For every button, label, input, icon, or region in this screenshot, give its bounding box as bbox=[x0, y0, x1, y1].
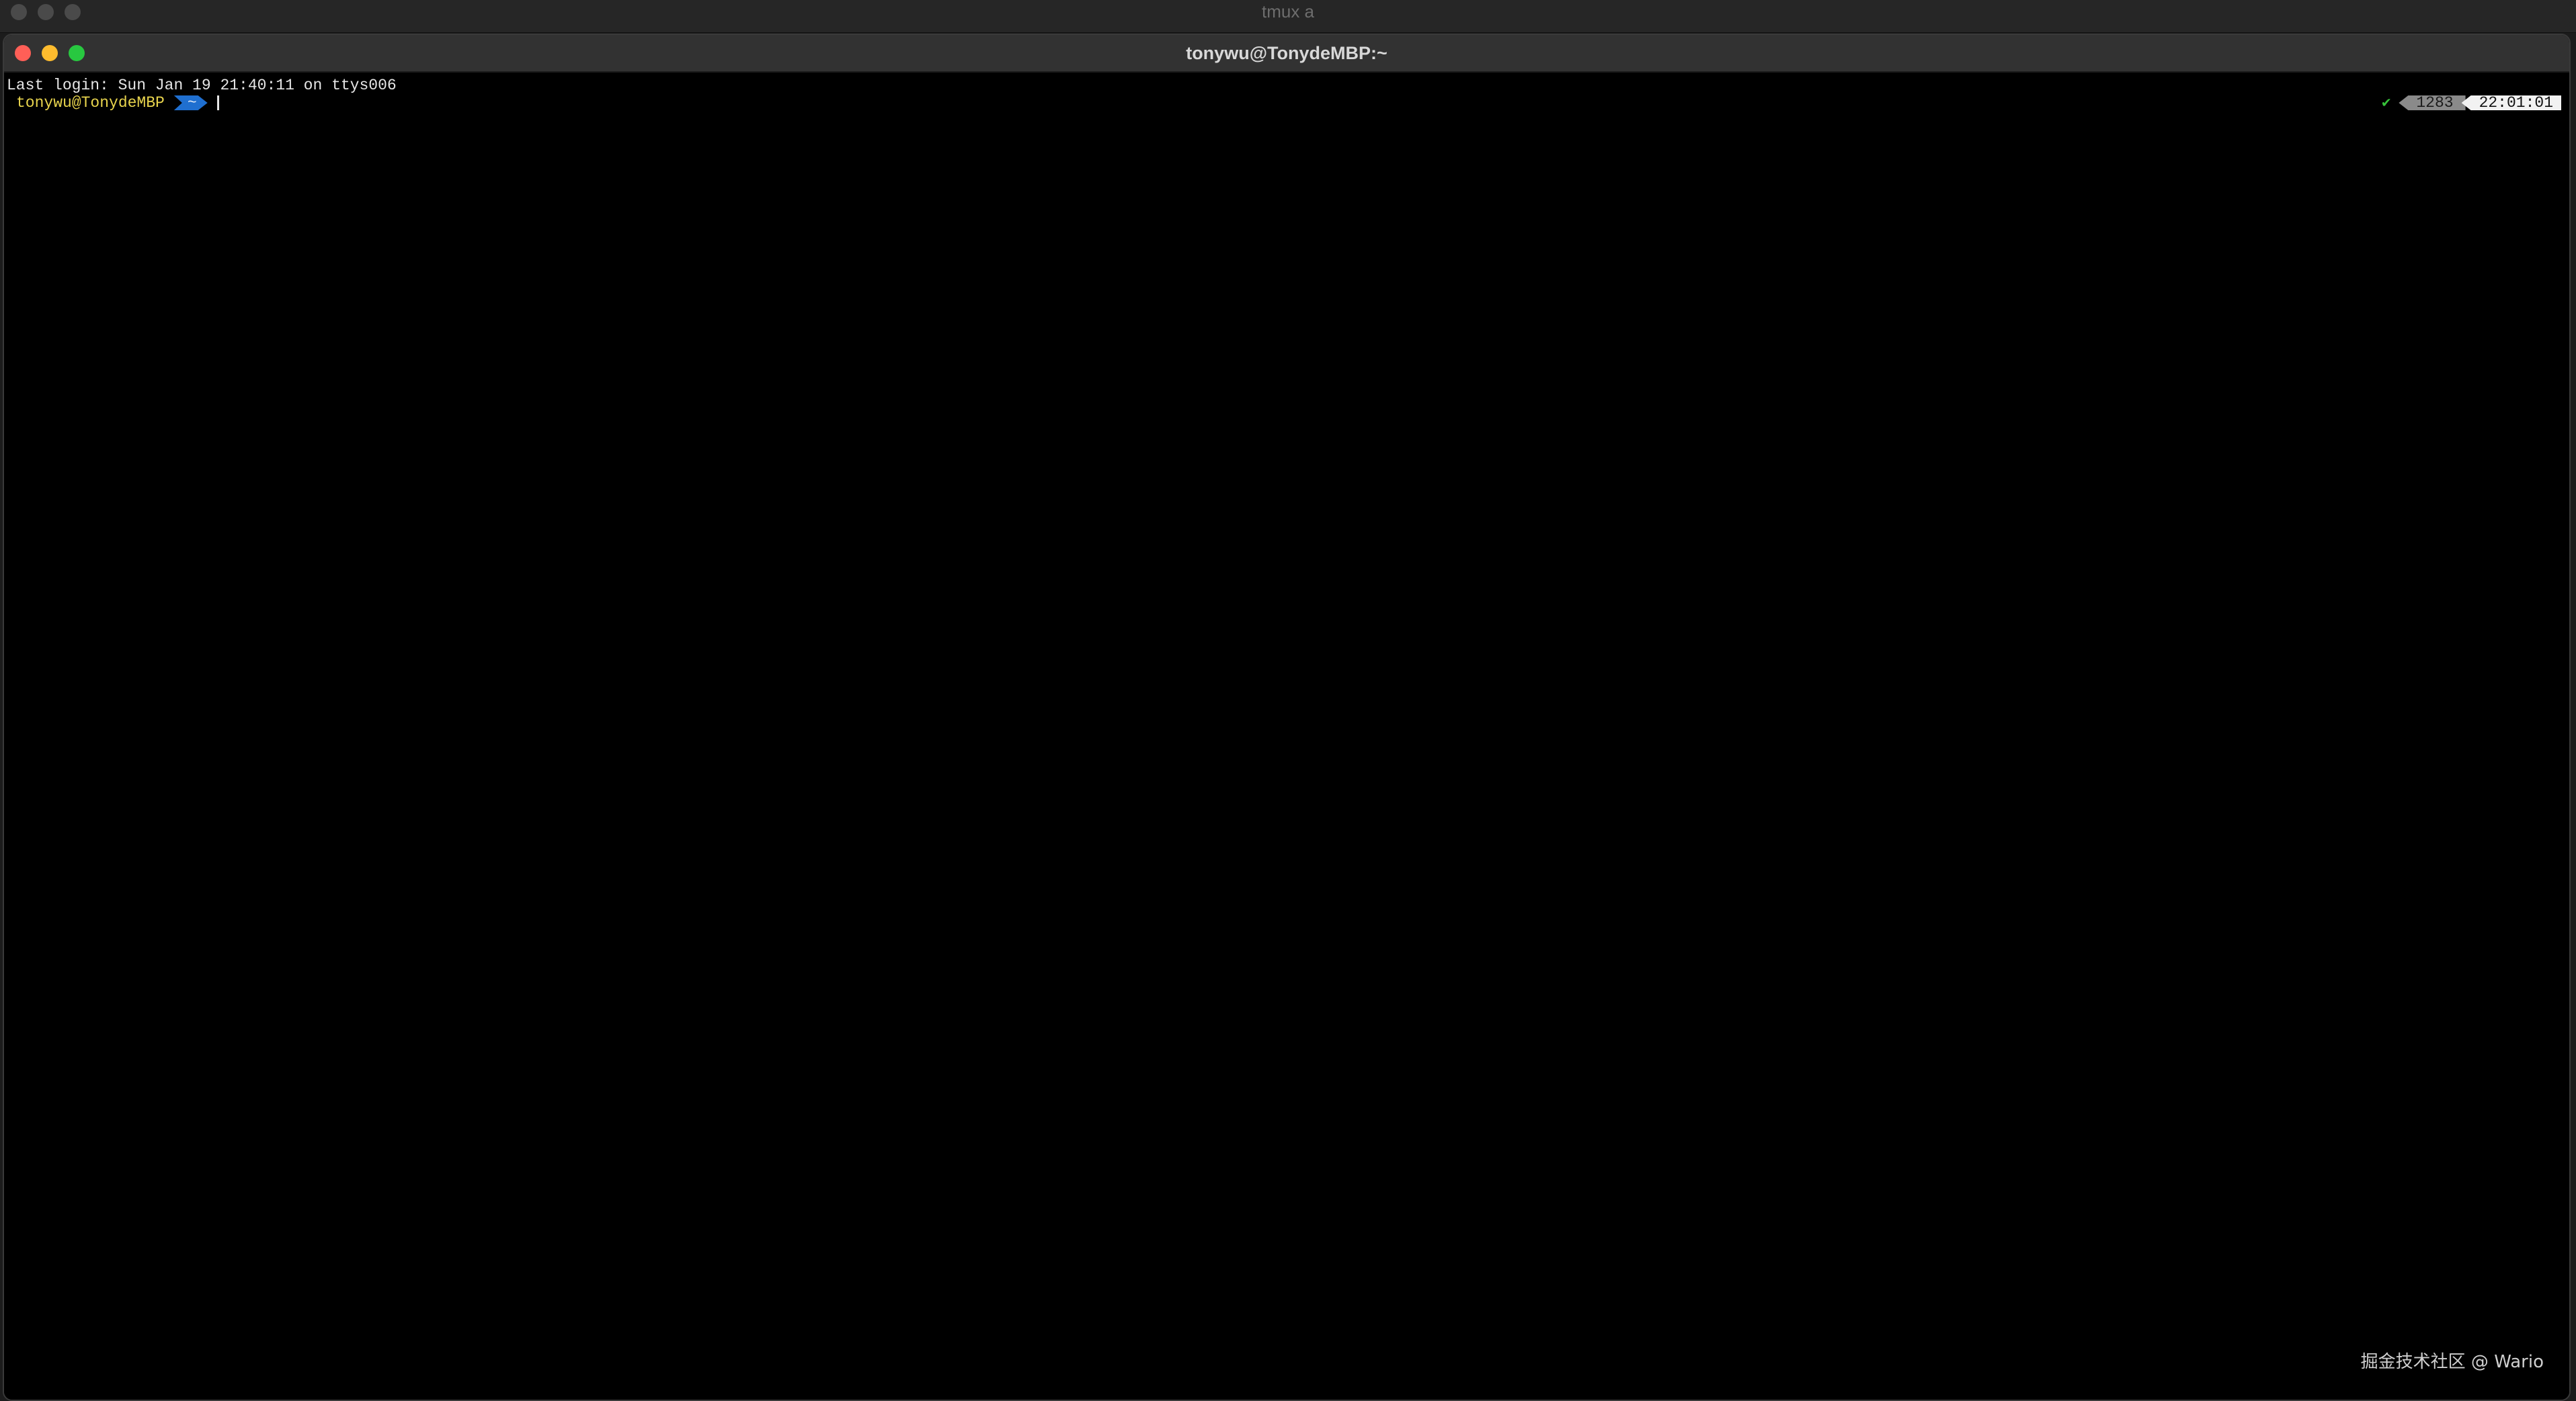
prompt-line: tonywu@TonydeMBP ~ bbox=[16, 94, 219, 112]
text-cursor bbox=[216, 95, 219, 110]
clock: 22:01:01 bbox=[2479, 94, 2553, 112]
prompt-user: tonywu@TonydeMBP bbox=[16, 94, 165, 112]
checkmark-icon: ✔ bbox=[2382, 95, 2391, 112]
right-prompt: ✔ 1283 22:01:01 bbox=[2382, 94, 2561, 112]
prompt-directory: ~ bbox=[187, 94, 197, 112]
clock-segment: 22:01:01 bbox=[2461, 94, 2561, 112]
terminal-area[interactable]: Last login: Sun Jan 19 21:40:11 on ttys0… bbox=[4, 73, 2569, 1400]
screen: tmux a tonywu@TonydeMBP:~ Last login: Su… bbox=[0, 0, 2576, 1401]
history-count: 1283 bbox=[2416, 94, 2454, 112]
window-titlebar[interactable]: tonywu@TonydeMBP:~ bbox=[4, 35, 2569, 73]
background-window-titlebar: tmux a bbox=[0, 0, 2576, 33]
background-window-title: tmux a bbox=[1261, 1, 1315, 22]
window-title: tonywu@TonydeMBP:~ bbox=[1186, 43, 1387, 63]
prompt-directory-segment: ~ bbox=[174, 95, 208, 110]
history-count-segment: 1283 bbox=[2399, 94, 2466, 112]
last-login-line: Last login: Sun Jan 19 21:40:11 on ttys0… bbox=[7, 77, 397, 94]
terminal-window: tonywu@TonydeMBP:~ Last login: Sun Jan 1… bbox=[3, 34, 2571, 1401]
watermark: 掘金技术社区 @ Wario bbox=[2360, 1352, 2544, 1372]
